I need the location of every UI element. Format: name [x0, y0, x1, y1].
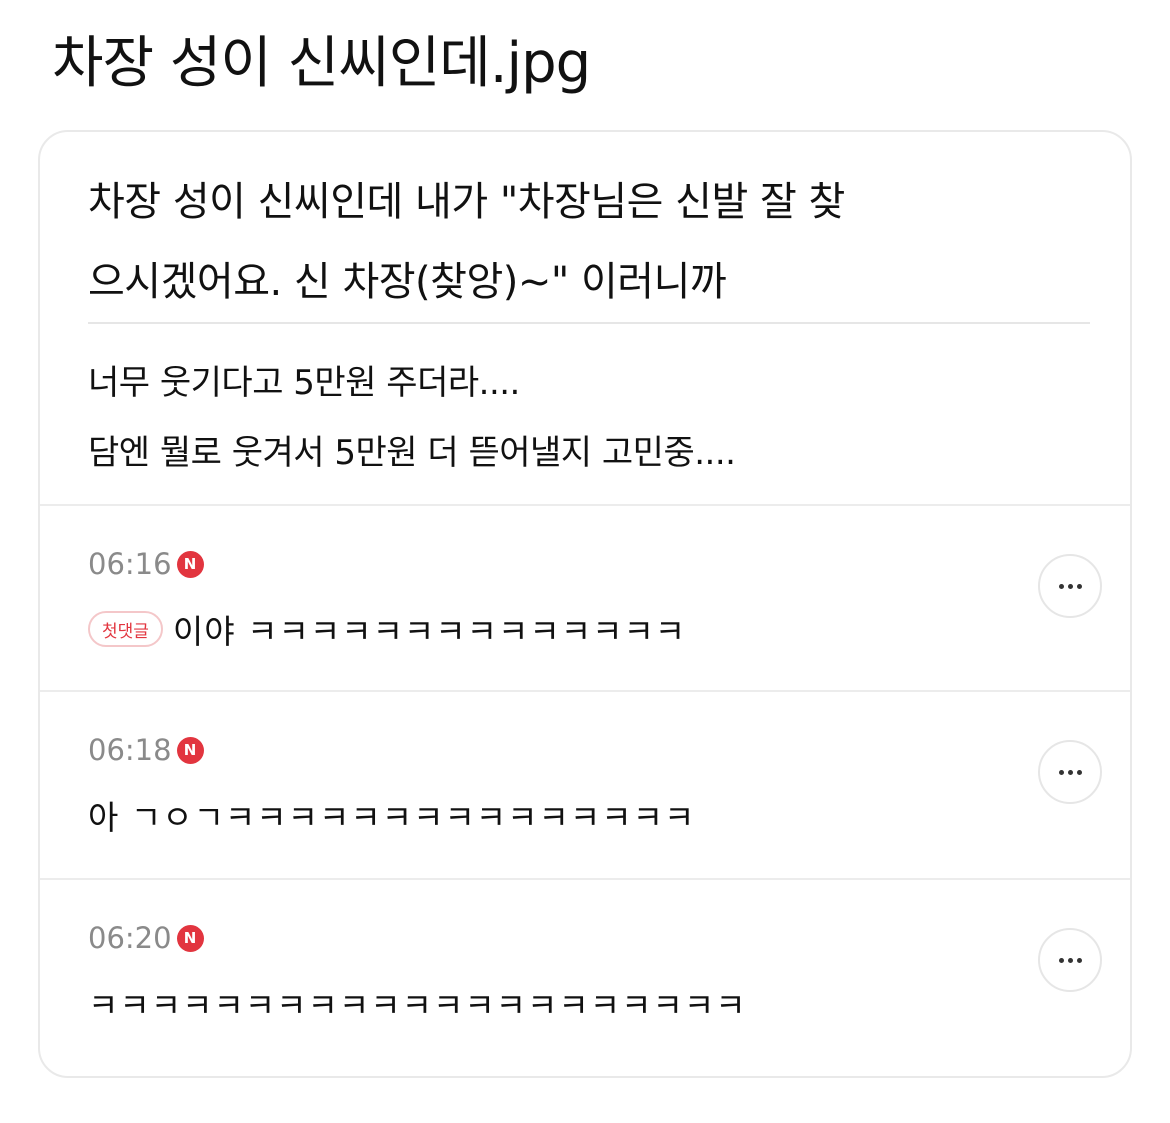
page-title: 차장 성이 신씨인데.jpg	[52, 31, 591, 96]
comment-text: 아 ㄱㅇㄱㅋㅋㅋㅋㅋㅋㅋㅋㅋㅋㅋㅋㅋㅋㅋ	[88, 798, 696, 837]
comment-meta: 06:16 N	[88, 544, 204, 584]
post-headline-line: 차장 성이 신씨인데 내가 "차장님은 신발 잘 찾	[88, 179, 845, 225]
post-headline: 차장 성이 신씨인데 내가 "차장님은 신발 잘 찾 으시겠어요. 신 차장(찾…	[88, 162, 1088, 322]
comment-meta: 06:20 N	[88, 918, 204, 958]
new-badge-icon: N	[176, 924, 204, 952]
comment-content: 아 ㄱㅇㄱㅋㅋㅋㅋㅋㅋㅋㅋㅋㅋㅋㅋㅋㅋㅋ	[88, 790, 695, 840]
more-horizontal-icon	[1058, 583, 1082, 589]
comment-meta: 06:18 N	[88, 730, 204, 770]
first-comment-badge: 첫댓글	[88, 611, 163, 647]
comment-content: 첫댓글 이야 ㅋㅋㅋㅋㅋㅋㅋㅋㅋㅋㅋㅋㅋㅋ	[88, 604, 686, 654]
comment-more-button[interactable]	[1038, 740, 1102, 804]
comment-text: ㅋㅋㅋㅋㅋㅋㅋㅋㅋㅋㅋㅋㅋㅋㅋㅋㅋㅋㅋㅋㅋ	[88, 986, 747, 1025]
new-badge-icon: N	[176, 550, 204, 578]
post-headline-line: 으시겠어요. 신 차장(찾앙)~" 이러니까	[88, 259, 727, 305]
comment-item: 06:16 N 첫댓글 이야 ㅋㅋㅋㅋㅋㅋㅋㅋㅋㅋㅋㅋㅋㅋ	[40, 506, 1130, 690]
post-body: 너무 웃기다고 5만원 주더라.... 담엔 뭘로 웃겨서 5만원 더 뜯어낼지…	[88, 348, 1088, 488]
post-divider	[88, 322, 1090, 324]
more-horizontal-icon	[1058, 957, 1082, 963]
comment-timestamp: 06:16	[88, 547, 172, 581]
post-card: 차장 성이 신씨인데 내가 "차장님은 신발 잘 찾 으시겠어요. 신 차장(찾…	[38, 130, 1132, 1078]
more-horizontal-icon	[1058, 769, 1082, 775]
comment-item: 06:20 N ㅋㅋㅋㅋㅋㅋㅋㅋㅋㅋㅋㅋㅋㅋㅋㅋㅋㅋㅋㅋㅋ	[40, 880, 1130, 1064]
comment-item: 06:18 N 아 ㄱㅇㄱㅋㅋㅋㅋㅋㅋㅋㅋㅋㅋㅋㅋㅋㅋㅋ	[40, 692, 1130, 876]
post-body-line: 너무 웃기다고 5만원 주더라....	[88, 363, 520, 403]
comment-content: ㅋㅋㅋㅋㅋㅋㅋㅋㅋㅋㅋㅋㅋㅋㅋㅋㅋㅋㅋㅋㅋ	[88, 978, 747, 1028]
post-body-line: 담엔 뭘로 웃겨서 5만원 더 뜯어낼지 고민중....	[88, 433, 736, 473]
comment-more-button[interactable]	[1038, 928, 1102, 992]
comment-timestamp: 06:18	[88, 733, 172, 767]
comment-timestamp: 06:20	[88, 921, 172, 955]
comment-text: 이야 ㅋㅋㅋㅋㅋㅋㅋㅋㅋㅋㅋㅋㅋㅋ	[172, 612, 687, 651]
new-badge-icon: N	[176, 736, 204, 764]
comment-more-button[interactable]	[1038, 554, 1102, 618]
